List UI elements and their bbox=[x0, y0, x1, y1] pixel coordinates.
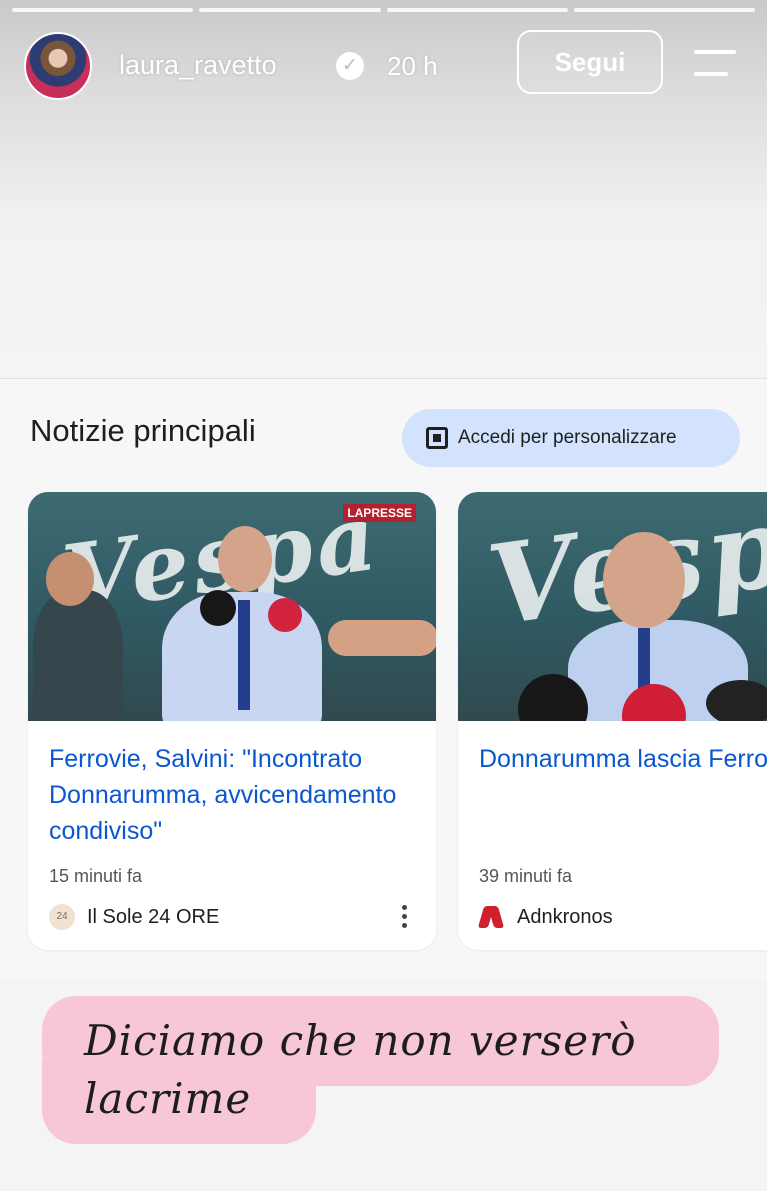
follow-button[interactable]: Segui bbox=[517, 30, 663, 94]
section-title: Notizie principali bbox=[30, 413, 256, 448]
story-header: laura_ravetto ✓ 20 h Segui bbox=[24, 30, 743, 102]
adnkronos-logo-icon bbox=[479, 904, 505, 930]
verified-badge-icon: ✓ bbox=[336, 52, 364, 80]
news-card[interactable]: Vespa Donnarumma lascia Ferrovie, Salvin… bbox=[458, 492, 767, 950]
menu-lines-icon[interactable] bbox=[694, 48, 738, 78]
sole24ore-logo-icon: 24 bbox=[49, 904, 75, 930]
tie bbox=[238, 600, 250, 710]
personalize-label: Accedi per personalizzare bbox=[458, 427, 677, 448]
progress-segment bbox=[386, 8, 568, 12]
image-watermark: LAPRESSE bbox=[343, 504, 416, 522]
avatar[interactable] bbox=[24, 32, 92, 100]
more-vert-icon[interactable] bbox=[402, 905, 408, 929]
person-head bbox=[218, 526, 272, 592]
microphone bbox=[200, 590, 236, 626]
news-card-image: Vespa bbox=[458, 492, 767, 721]
story-time: 20 h bbox=[387, 51, 438, 81]
microphone bbox=[706, 680, 767, 721]
news-source: 24 Il Sole 24 ORE bbox=[49, 904, 219, 930]
news-time: 39 minuti fa bbox=[479, 866, 573, 886]
microphone bbox=[268, 598, 302, 632]
story-caption: Diciamo che non verserò lacrime bbox=[84, 1016, 637, 1123]
news-headline[interactable]: Ferrovie, Salvini: "Incontrato Donnarumm… bbox=[49, 741, 419, 849]
personalize-icon bbox=[426, 427, 448, 449]
progress-segment bbox=[199, 8, 381, 12]
source-name: Adnkronos bbox=[517, 905, 613, 928]
username[interactable]: laura_ravetto bbox=[119, 50, 277, 81]
story-progress-bar bbox=[12, 8, 755, 12]
progress-segment bbox=[12, 8, 194, 12]
person-head bbox=[46, 552, 94, 606]
reporter-arm bbox=[328, 620, 436, 656]
person-head bbox=[603, 532, 685, 628]
news-headline[interactable]: Donnarumma lascia Ferrovie, Salvini prec… bbox=[479, 741, 767, 777]
source-name: Il Sole 24 ORE bbox=[87, 905, 220, 928]
news-time: 15 minuti fa bbox=[49, 866, 143, 886]
personalize-button[interactable]: Accedi per personalizzare bbox=[402, 409, 740, 467]
news-card[interactable]: Vespa LAPRESSE Ferrovie, Salvini: "Incon… bbox=[28, 492, 436, 950]
person-figure bbox=[33, 590, 123, 721]
news-card-image: Vespa LAPRESSE bbox=[28, 492, 436, 721]
news-panel: Notizie principali Accedi per personaliz… bbox=[0, 378, 767, 979]
news-source: Adnkronos bbox=[479, 904, 613, 930]
progress-segment bbox=[573, 8, 755, 12]
